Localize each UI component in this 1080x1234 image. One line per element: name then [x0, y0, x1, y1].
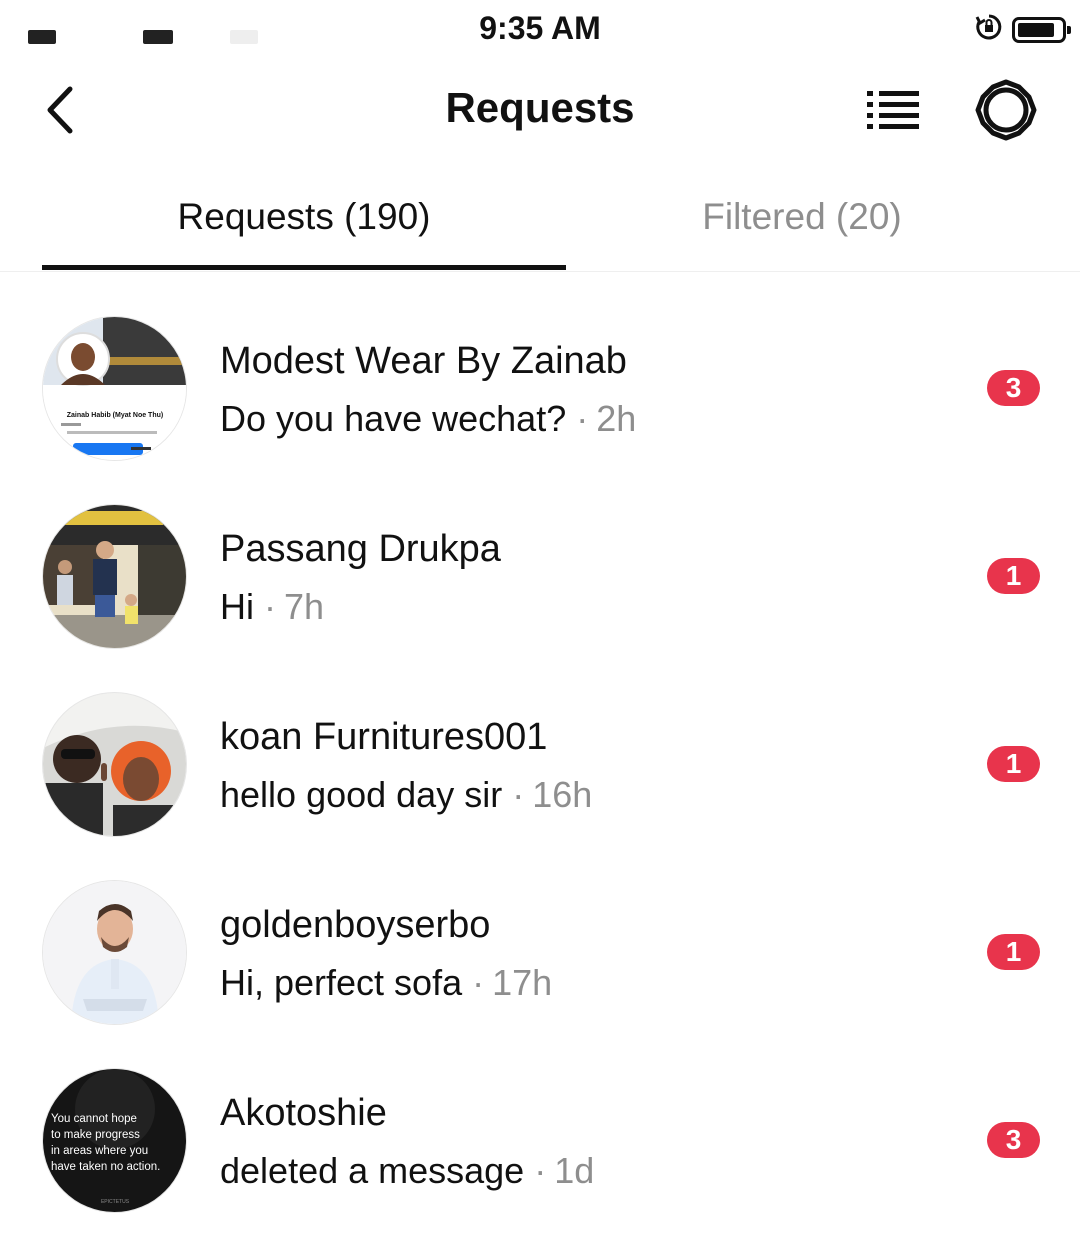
svg-text:You cannot hope: You cannot hope	[51, 1113, 137, 1125]
request-tabs: Requests (190) Filtered (20)	[0, 170, 1080, 272]
avatar	[42, 504, 187, 649]
tab-filtered-label: Filtered (20)	[702, 196, 902, 237]
tab-filtered[interactable]: Filtered (20)	[566, 170, 1038, 270]
separator-dot: ·	[472, 962, 485, 1003]
unread-badge: 3	[987, 1122, 1040, 1158]
svg-text:to make progress: to make progress	[51, 1129, 140, 1141]
sender-name: Akotoshie	[220, 1092, 387, 1134]
chevron-left-icon	[47, 86, 73, 134]
gear-icon	[975, 79, 1037, 141]
tab-requests[interactable]: Requests (190)	[42, 170, 566, 270]
message-text: Hi, perfect sofa	[220, 962, 463, 1003]
message-preview: Hi, perfect sofa · 17h	[220, 962, 552, 1004]
message-preview: hello good day sir · 16h	[220, 774, 592, 816]
avatar: You cannot hope to make progress in area…	[42, 1068, 187, 1213]
status-right-icons	[974, 12, 1071, 47]
svg-text:Zainab Habib (Myat Noe Thu): Zainab Habib (Myat Noe Thu)	[67, 412, 163, 419]
message-text: deleted a message	[220, 1150, 525, 1191]
back-button[interactable]	[30, 80, 90, 140]
separator-dot: ·	[512, 774, 525, 815]
sender-name: goldenboyserbo	[220, 904, 491, 946]
message-text: Do you have wechat?	[220, 398, 567, 439]
active-tab-indicator	[42, 265, 566, 270]
unread-badge: 1	[987, 558, 1040, 594]
message-time: 2h	[596, 398, 637, 439]
sender-name: Modest Wear By Zainab	[220, 340, 627, 382]
message-time: 1d	[554, 1150, 595, 1191]
message-preview: deleted a message · 1d	[220, 1150, 594, 1192]
avatar	[42, 880, 187, 1025]
request-row[interactable]: Passang Drukpa Hi · 7h 1	[0, 482, 1080, 670]
separator-dot: ·	[576, 398, 589, 439]
svg-text:have taken no action.: have taken no action.	[51, 1161, 160, 1173]
status-time: 9:35 AM	[479, 10, 601, 46]
avatar	[42, 692, 187, 837]
battery-icon	[1012, 16, 1071, 43]
unread-badge: 1	[987, 934, 1040, 970]
request-row[interactable]: You cannot hope to make progress in area…	[0, 1046, 1080, 1234]
request-row[interactable]: goldenboyserbo Hi, perfect sofa · 17h 1	[0, 858, 1080, 1046]
svg-text:EPICTETUS: EPICTETUS	[101, 1199, 130, 1205]
header: Requests	[0, 60, 1080, 160]
message-preview: Hi · 7h	[220, 586, 324, 628]
request-row[interactable]: koan Furnitures001 hello good day sir · 16…	[0, 670, 1080, 858]
list-button[interactable]	[858, 80, 928, 140]
status-bar: 9:35 AM	[0, 0, 1080, 60]
message-text: Hi	[220, 586, 254, 627]
message-preview: Do you have wechat? · 2h	[220, 398, 636, 440]
svg-text:in areas where you: in areas where you	[51, 1145, 148, 1157]
request-row[interactable]: Zainab Habib (Myat Noe Thu) Modest Wear …	[0, 294, 1080, 482]
settings-button[interactable]	[968, 75, 1044, 145]
unread-badge: 1	[987, 746, 1040, 782]
message-time: 7h	[284, 586, 325, 627]
unread-badge: 3	[987, 370, 1040, 406]
avatar: Zainab Habib (Myat Noe Thu)	[42, 316, 187, 461]
message-time: 17h	[492, 962, 553, 1003]
sender-name: koan Furnitures001	[220, 716, 548, 758]
separator-dot: ·	[264, 586, 276, 627]
message-time: 16h	[532, 774, 593, 815]
sender-name: Passang Drukpa	[220, 528, 501, 570]
tab-requests-label: Requests (190)	[177, 196, 431, 237]
separator-dot: ·	[534, 1150, 547, 1191]
message-text: hello good day sir	[220, 774, 503, 815]
list-icon	[867, 91, 919, 129]
orientation-lock-icon	[974, 12, 1004, 47]
